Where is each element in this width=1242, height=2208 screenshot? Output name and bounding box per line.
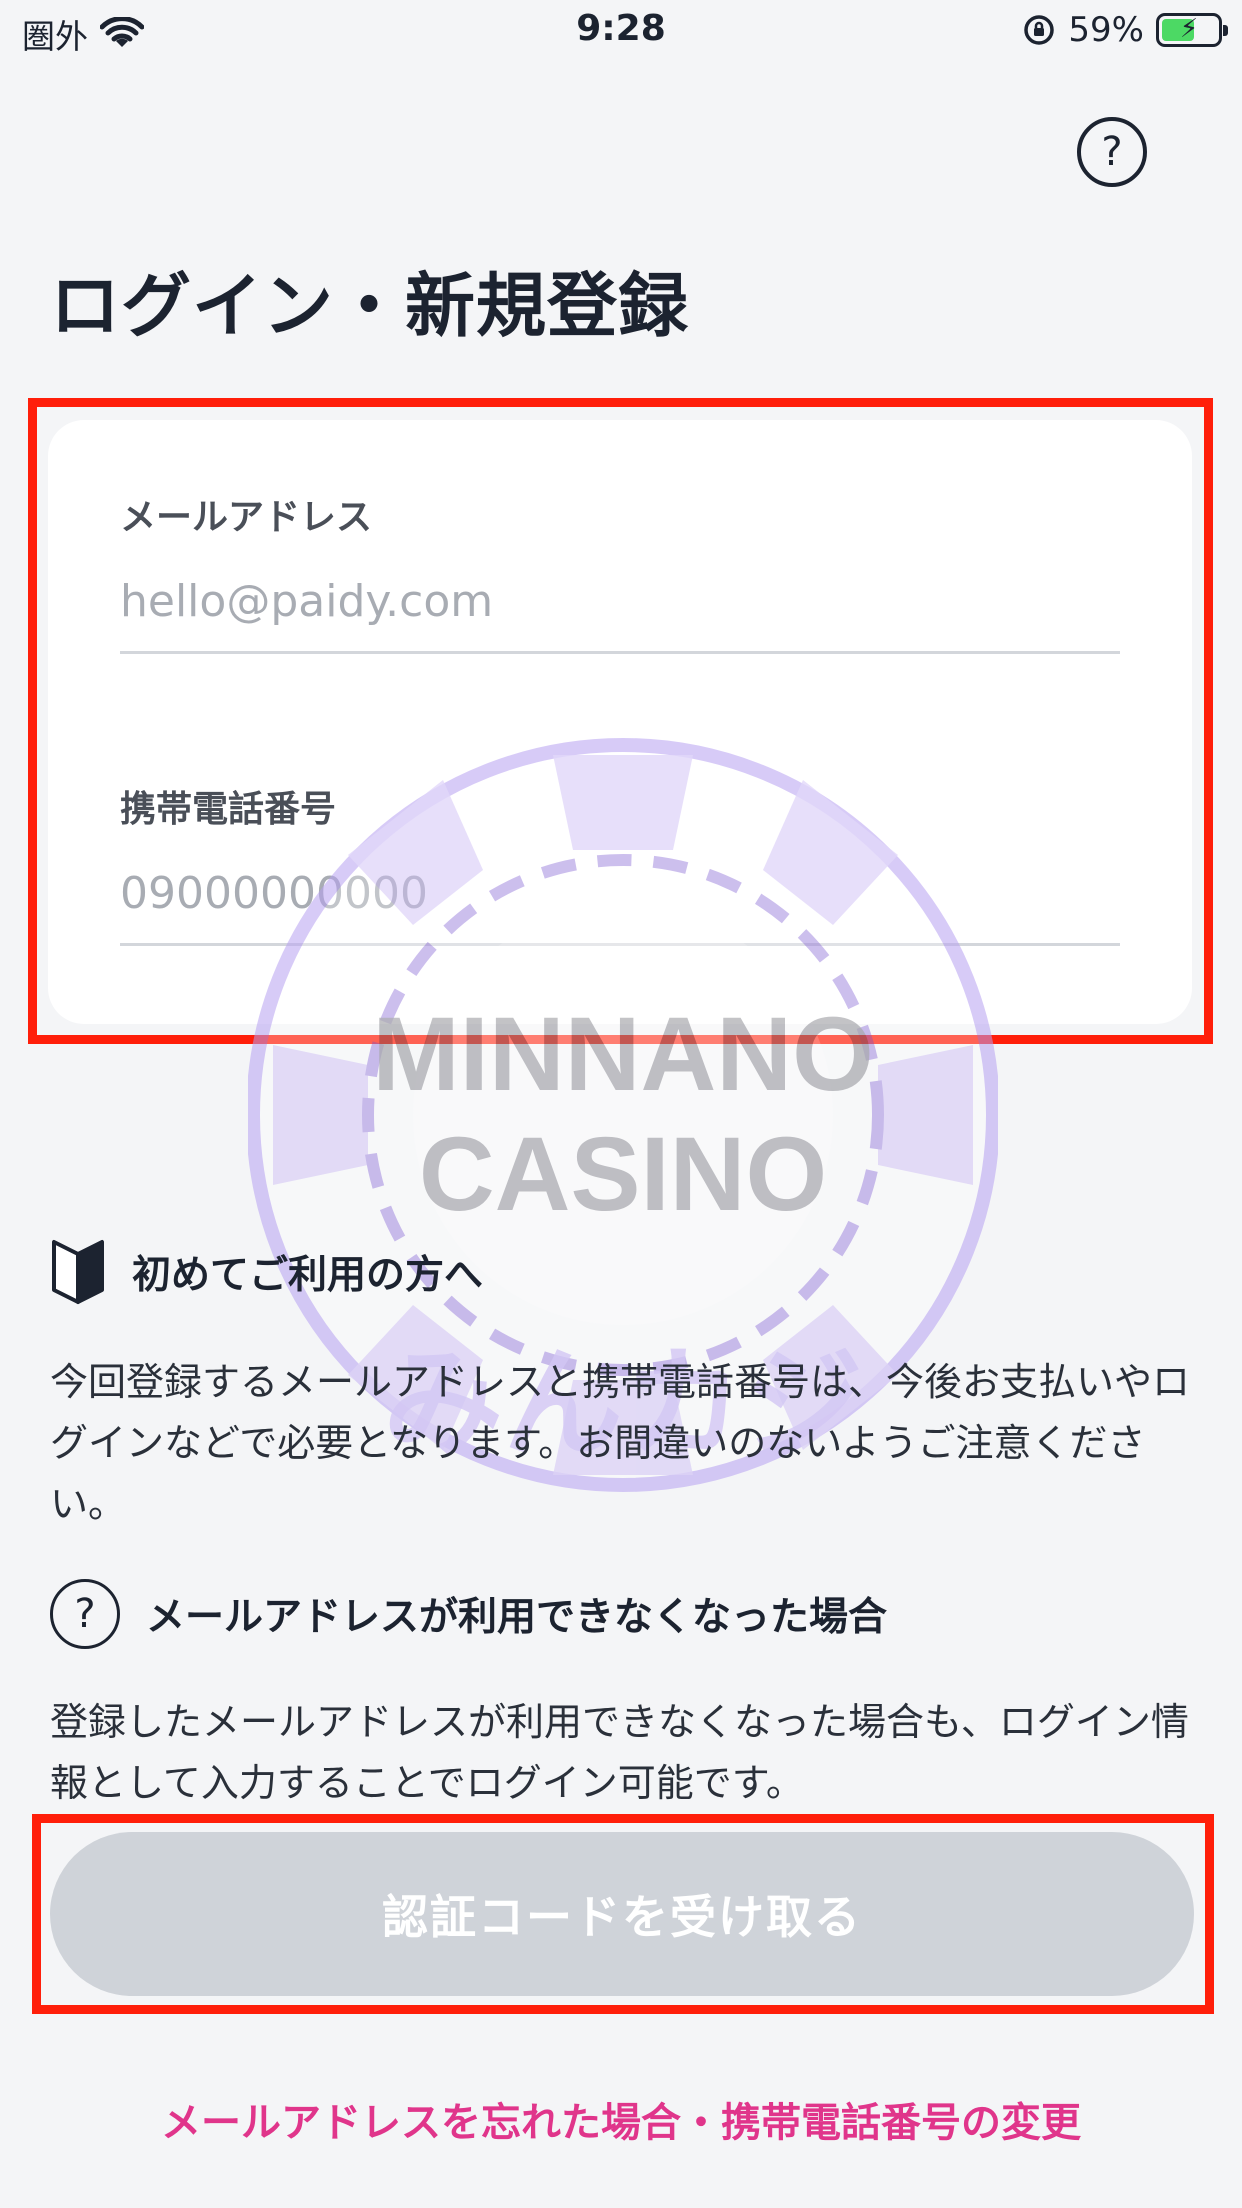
battery-icon: ⚡ [1156, 13, 1228, 47]
page-title: ログイン・新規登録 [50, 265, 689, 347]
question-circle-icon: ? [1101, 129, 1123, 175]
email-unavailable-heading: ? メールアドレスが利用できなくなった場合 [50, 1579, 887, 1649]
question-circle-icon: ? [50, 1579, 120, 1649]
button-highlight-frame [32, 1814, 1214, 2014]
watermark-line2: CASINO [419, 1116, 827, 1233]
watermark-line1: MINNANO [372, 996, 874, 1113]
email-unavailable-body: 登録したメールアドレスが利用できなくなった場合も、ログイン情報として入力すること… [50, 1700, 1189, 1805]
first-time-heading-text: 初めてご利用の方へ [132, 1253, 484, 1298]
email-unavailable-heading-text: メールアドレスが利用できなくなった場合 [146, 1595, 888, 1640]
rotation-lock-icon [1024, 15, 1055, 45]
first-time-heading: 初めてご利用の方へ [50, 1236, 483, 1308]
battery-tip [1223, 25, 1228, 36]
battery-percent: 59% [1068, 10, 1144, 50]
charging-bolt-icon: ⚡ [1179, 14, 1199, 44]
forgot-email-link[interactable]: メールアドレスを忘れた場合・携帯電話番号の変更 [0, 2090, 1242, 2148]
help-button[interactable]: ? [1077, 117, 1147, 187]
question-glyph: ? [74, 1591, 96, 1637]
status-right: 59% ⚡ [1022, 10, 1228, 50]
first-time-body: 今回登録するメールアドレスと携帯電話番号は、今後お支払いやログインなどで必要とな… [50, 1360, 1191, 1526]
beginner-mark-icon [52, 1240, 104, 1304]
status-bar: 圏外 9:28 59% ⚡ [0, 0, 1242, 62]
